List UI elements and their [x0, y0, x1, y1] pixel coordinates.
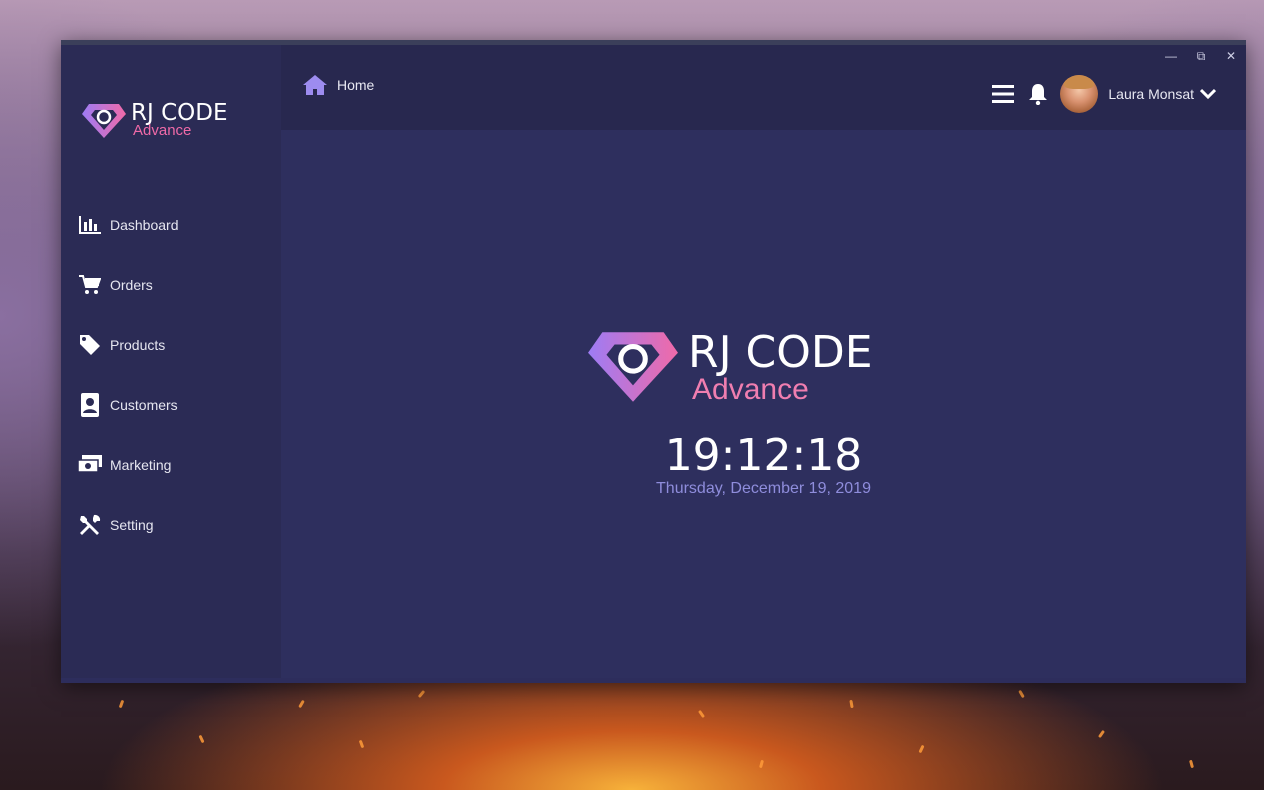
- clock-time: 19:12:18: [664, 430, 863, 481]
- sidebar-item-dashboard[interactable]: Dashboard: [78, 195, 268, 255]
- home-icon: [303, 75, 327, 95]
- brand-subtitle: Advance: [133, 122, 192, 139]
- diamond-logo-icon: [82, 104, 126, 138]
- shopping-cart-icon: [78, 273, 102, 297]
- sidebar-item-label: Products: [110, 337, 166, 353]
- sidebar-item-orders[interactable]: Orders: [78, 255, 268, 315]
- breadcrumb[interactable]: Home: [303, 75, 374, 95]
- breadcrumb-label: Home: [337, 77, 375, 93]
- header-actions: Laura Monsat: [992, 75, 1216, 113]
- sidebar-item-label: Customers: [110, 397, 178, 413]
- user-name[interactable]: Laura Monsat: [1108, 86, 1194, 102]
- avatar[interactable]: [1060, 75, 1099, 113]
- header-bar: Home Laura Monsat — ⧉ ✕: [281, 45, 1246, 130]
- sidebar-item-label: Dashboard: [110, 217, 179, 233]
- brand-subtitle: Advance: [692, 373, 809, 406]
- main-content: RJ CODE Advance 19:12:18 Thursday, Decem…: [281, 130, 1246, 678]
- tag-icon: [78, 333, 102, 357]
- sidebar: RJ CODE Advance Dashboard Orders Product…: [61, 45, 281, 678]
- sidebar-menu: Dashboard Orders Products Customers Mark…: [78, 195, 268, 555]
- center-logo: RJ CODE Advance: [586, 328, 873, 406]
- sidebar-item-label: Marketing: [110, 457, 172, 473]
- sidebar-item-products[interactable]: Products: [78, 315, 268, 375]
- menu-icon[interactable]: [992, 84, 1015, 104]
- chevron-down-icon[interactable]: [1200, 88, 1216, 100]
- sidebar-item-label: Setting: [110, 517, 154, 533]
- minimize-button[interactable]: —: [1164, 49, 1178, 64]
- bar-chart-icon: [78, 213, 102, 237]
- brand-title: RJ CODE: [131, 100, 228, 126]
- maximize-button[interactable]: ⧉: [1194, 49, 1208, 64]
- app-window: RJ CODE Advance Dashboard Orders Product…: [61, 40, 1246, 683]
- money-icon: [78, 453, 102, 477]
- sidebar-item-marketing[interactable]: Marketing: [78, 435, 268, 495]
- sidebar-item-customers[interactable]: Customers: [78, 375, 268, 435]
- bell-icon[interactable]: [1028, 83, 1048, 105]
- sidebar-logo[interactable]: RJ CODE Advance: [81, 102, 227, 140]
- clock-date: Thursday, December 19, 2019: [656, 480, 871, 497]
- diamond-logo-icon: [588, 332, 678, 402]
- window-controls: — ⧉ ✕: [1164, 49, 1238, 64]
- brand-title: RJ CODE: [688, 327, 873, 378]
- address-book-icon: [78, 393, 102, 417]
- close-button[interactable]: ✕: [1224, 49, 1238, 64]
- tools-icon: [78, 513, 102, 537]
- sidebar-item-setting[interactable]: Setting: [78, 495, 268, 555]
- sidebar-item-label: Orders: [110, 277, 153, 293]
